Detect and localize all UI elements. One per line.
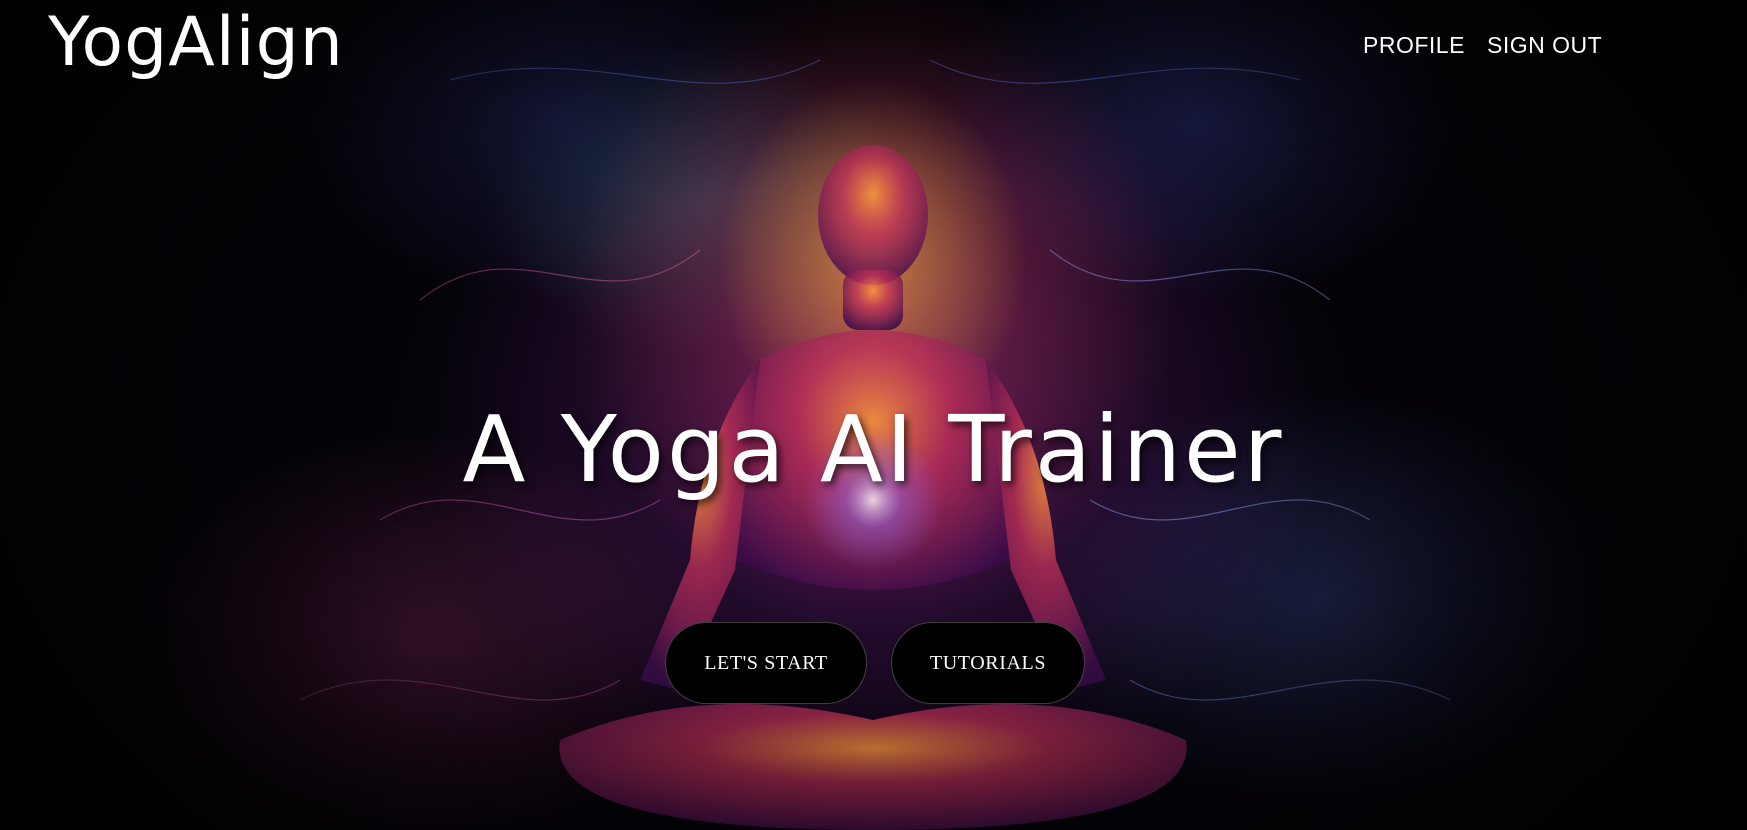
- tutorials-button[interactable]: TUTORIALS: [891, 622, 1085, 704]
- hero-title: A Yoga AI Trainer: [462, 396, 1285, 503]
- lets-start-button[interactable]: LET'S START: [665, 622, 867, 704]
- nav-profile-link[interactable]: PROFILE: [1363, 28, 1465, 63]
- brand-logo[interactable]: YogAlign: [48, 0, 344, 88]
- landing-page: YogAlign PROFILE SIGN OUT A Yoga AI Trai…: [0, 0, 1747, 830]
- nav-sign-out-link[interactable]: SIGN OUT: [1487, 28, 1602, 63]
- hero-actions: LET'S START TUTORIALS: [665, 622, 1085, 704]
